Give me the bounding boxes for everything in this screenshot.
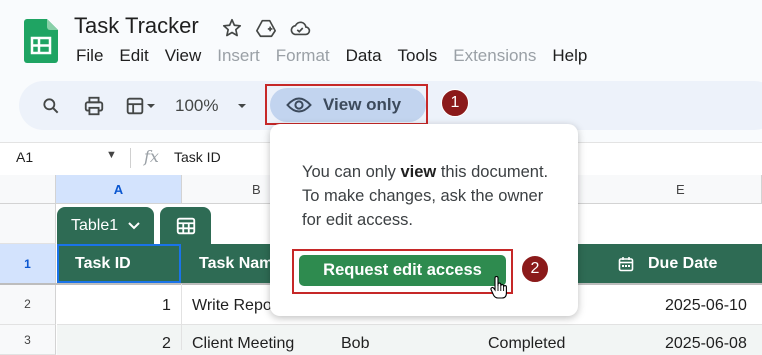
cell-c3[interactable]: Bob	[341, 335, 369, 353]
hand-cursor-icon	[490, 276, 507, 299]
step-badge-1: 1	[441, 89, 469, 117]
selected-cell-a1	[57, 244, 181, 283]
cell-e3[interactable]: 2025-06-08	[665, 335, 747, 353]
menu-data[interactable]: Data	[346, 46, 382, 66]
move-to-drive-icon[interactable]	[254, 16, 278, 40]
row-header-2[interactable]: 2	[0, 284, 56, 325]
header-task-name[interactable]: Task Nam	[199, 244, 273, 283]
cloud-status-icon[interactable]	[288, 16, 312, 40]
cell-e2[interactable]: 2025-06-10	[665, 297, 747, 315]
print-icon[interactable]	[82, 94, 106, 118]
menu-insert: Insert	[217, 46, 260, 65]
chevron-down-icon	[128, 221, 140, 229]
document-title[interactable]: Task Tracker	[74, 13, 199, 39]
cell-b2[interactable]: Write Repo	[192, 297, 272, 315]
cell-d3[interactable]: Completed	[488, 335, 565, 353]
table-view-button[interactable]	[160, 207, 211, 244]
column-header-a[interactable]: A	[56, 175, 182, 204]
zoom-select[interactable]: 100%	[175, 96, 218, 116]
format-icon[interactable]	[118, 94, 162, 118]
menu-bar: File Edit View Insert Format Data Tools …	[76, 46, 603, 66]
table-name: Table1	[71, 216, 119, 234]
select-all-corner[interactable]	[0, 175, 56, 204]
row-header-table	[0, 204, 56, 244]
due-date-label: Due Date	[648, 254, 718, 272]
menu-format: Format	[275, 46, 330, 65]
menu-tools[interactable]: Tools	[398, 46, 438, 66]
fx-icon: fx	[144, 147, 159, 166]
menu-extensions: Extensions	[453, 46, 537, 65]
menu-view[interactable]: View	[165, 46, 202, 66]
formula-input[interactable]: Task ID	[174, 149, 221, 165]
menu-edit[interactable]: Edit	[119, 46, 148, 66]
menu-help[interactable]: Help	[552, 46, 587, 66]
chevron-down-icon[interactable]	[230, 94, 254, 118]
header-due-date[interactable]: Due Date	[618, 244, 717, 283]
table-name-tab[interactable]: Table1	[57, 207, 154, 244]
cell-a2[interactable]: 1	[162, 297, 171, 315]
chevron-down-icon	[147, 104, 155, 108]
menu-file[interactable]: File	[76, 46, 103, 66]
popup-message: You can only view this document. To make…	[302, 163, 549, 229]
chevron-down-icon[interactable]: ▼	[106, 149, 117, 161]
highlight-box-1	[265, 84, 428, 125]
search-icon[interactable]	[39, 94, 63, 118]
cell-b3[interactable]: Client Meeting	[192, 335, 294, 353]
cell-a3[interactable]: 2	[162, 335, 171, 353]
row-header-1[interactable]: 1	[0, 244, 56, 284]
step-badge-2: 2	[521, 255, 549, 283]
star-icon[interactable]	[220, 16, 244, 40]
column-header-e[interactable]: E	[578, 175, 762, 204]
calendar-icon	[618, 256, 634, 271]
highlight-box-2	[292, 249, 513, 294]
table-icon	[176, 217, 195, 234]
row-header-3[interactable]: 3	[0, 325, 56, 355]
name-box[interactable]: A1	[16, 149, 33, 165]
sheets-logo-icon[interactable]	[24, 19, 58, 63]
